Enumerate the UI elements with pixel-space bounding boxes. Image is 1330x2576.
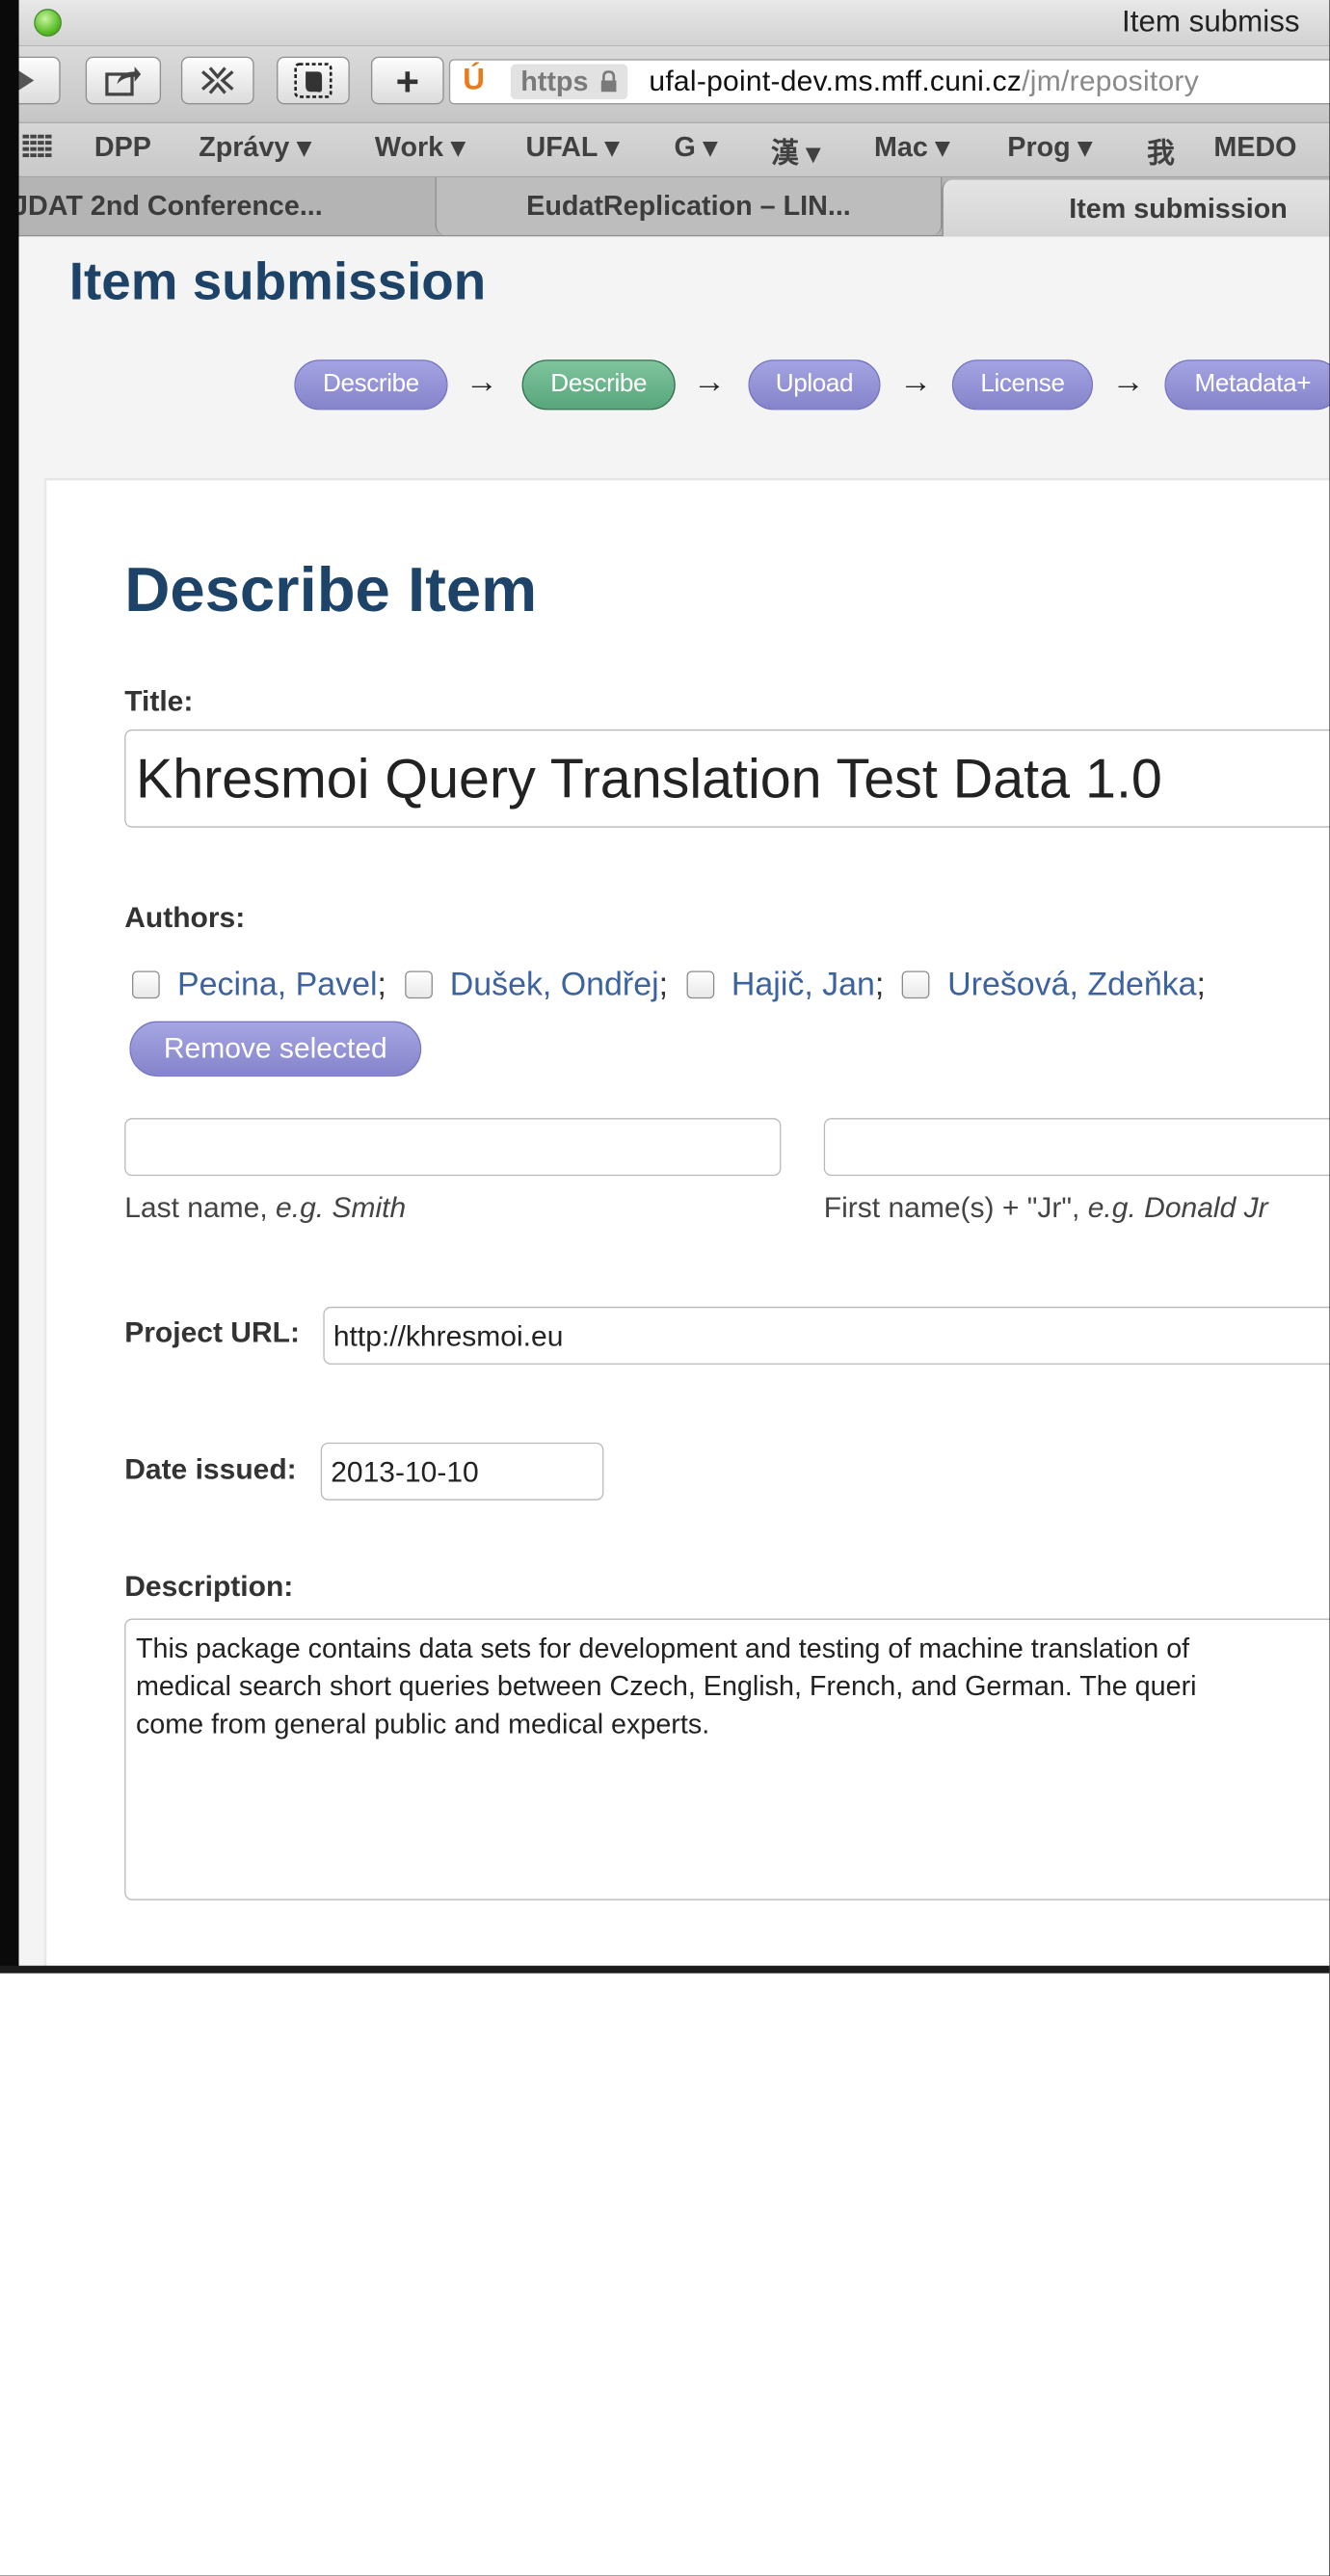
trail-step-license[interactable]: License [951, 359, 1094, 411]
tab-bar: JDAT 2nd Conference... EudatReplication … [0, 177, 1330, 237]
author-link[interactable]: Urešová, Zdeňka [947, 965, 1196, 1002]
bookmark-zpravy[interactable]: Zprávy ▾ [199, 131, 311, 164]
share-icon [105, 66, 142, 96]
new-tab-button[interactable]: + [370, 56, 444, 105]
site-favicon-icon: Ú [463, 63, 485, 97]
window-bottom-edge [0, 1965, 1330, 1974]
url-text: ufal-point-dev.ms.mff.cuni.cz/jm/reposit… [649, 64, 1199, 97]
description-label: Description: [124, 1569, 294, 1603]
author-checkbox[interactable] [902, 970, 930, 999]
bookmark-work[interactable]: Work ▾ [375, 131, 466, 164]
authors-list: Pecina, Pavel; Dušek, Ondřej; Hajič, Jan… [132, 965, 1206, 1003]
title-label: Title: [124, 683, 194, 717]
title-bar: Item submiss [0, 0, 1330, 47]
bookmark-dpp[interactable]: DPP [94, 131, 151, 164]
describe-form: Describe Item Title: Khresmoi Query Tran… [43, 480, 1330, 1973]
bookmark-g[interactable]: G ▾ [674, 131, 717, 164]
toolbar: + Ú https ufal-point-dev.ms.mff.cuni.cz/… [0, 46, 1330, 123]
trail-arrow: → [1111, 361, 1145, 400]
form-heading: Describe Item [124, 554, 538, 625]
evernote-button[interactable] [277, 56, 350, 105]
trail-arrow: → [899, 361, 933, 400]
bookmark-wo[interactable]: 我 [1147, 131, 1175, 172]
window-title: Item submiss [1122, 5, 1300, 40]
trail-step-describe-1[interactable]: Describe [294, 359, 448, 411]
bookmark-prog[interactable]: Prog ▾ [1007, 131, 1092, 164]
bookmark-medo[interactable]: MEDO [1213, 131, 1296, 164]
bookmark-ufal[interactable]: UFAL ▾ [525, 131, 619, 164]
description-line: medical search short queries between Cze… [135, 1670, 1197, 1702]
bookmark-mac[interactable]: Mac ▾ [874, 131, 949, 164]
trail-step-describe-2[interactable]: Describe [521, 359, 676, 411]
author-link[interactable]: Dušek, Ondřej [450, 965, 659, 1002]
lock-icon [600, 70, 617, 93]
browser-window: Item submiss + Ú https ufal-point-dev.ms… [0, 0, 1330, 2576]
date-issued-input[interactable]: 2013-10-10 [320, 1442, 604, 1500]
authors-label: Authors: [124, 900, 246, 934]
project-url-input[interactable]: http://khresmoi.eu [323, 1306, 1330, 1365]
trail-step-upload[interactable]: Upload [748, 359, 881, 411]
shrink-arrows-icon [201, 66, 234, 94]
first-name-hint: First name(s) + "Jr", e.g. Donald Jr [823, 1190, 1268, 1224]
https-badge: https [510, 64, 628, 100]
author-checkbox[interactable] [132, 970, 160, 999]
last-name-hint: Last name, e.g. Smith [124, 1190, 407, 1224]
trail-step-metadata[interactable]: Metadata+ [1164, 359, 1330, 411]
last-name-input[interactable] [124, 1118, 782, 1177]
description-line: This package contains data sets for deve… [135, 1632, 1190, 1664]
page-title: Item submission [68, 252, 487, 311]
top-sites-grid-icon[interactable] [22, 134, 52, 158]
shrink-button[interactable] [180, 56, 254, 105]
date-issued-label: Date issued: [124, 1452, 297, 1486]
description-textarea[interactable]: This package contains data sets for deve… [124, 1618, 1330, 1900]
project-url-label: Project URL: [124, 1315, 300, 1348]
bookmarks-bar: DPP Zprávy ▾ Work ▾ UFAL ▾ G ▾ 漢 ▾ Mac ▾… [0, 122, 1330, 178]
plus-icon: + [395, 59, 420, 105]
address-bar[interactable]: Ú https ufal-point-dev.ms.mff.cuni.cz/jm… [448, 59, 1330, 105]
page-content: Item submission Describe → Describe → Up… [18, 236, 1330, 1973]
trail-arrow: → [693, 361, 726, 400]
date-issued-value: 2013-10-10 [331, 1454, 479, 1488]
project-url-value: http://khresmoi.eu [332, 1318, 564, 1352]
tab-item-submission[interactable]: Item submission [942, 179, 1330, 237]
tab-eudat-replication[interactable]: EudatReplication – LIN... [435, 177, 943, 236]
evernote-icon [294, 63, 332, 98]
author-link[interactable]: Pecina, Pavel [177, 965, 377, 1002]
remove-selected-button[interactable]: Remove selected [129, 1021, 422, 1077]
title-input[interactable]: Khresmoi Query Translation Test Data 1.0 [124, 729, 1330, 828]
bookmark-kanji[interactable]: 漢 ▾ [771, 131, 820, 172]
author-link[interactable]: Hajič, Jan [732, 965, 875, 1002]
tab-jdat-conference[interactable]: JDAT 2nd Conference... [0, 177, 437, 235]
author-checkbox[interactable] [685, 970, 714, 999]
description-line: come from general public and medical exp… [135, 1708, 710, 1739]
trail-arrow: → [465, 361, 498, 400]
window-edge [0, 0, 19, 1973]
share-button[interactable] [85, 56, 162, 105]
first-name-input[interactable] [823, 1118, 1330, 1177]
zoom-traffic-light-icon[interactable] [34, 9, 62, 37]
author-checkbox[interactable] [404, 970, 433, 999]
